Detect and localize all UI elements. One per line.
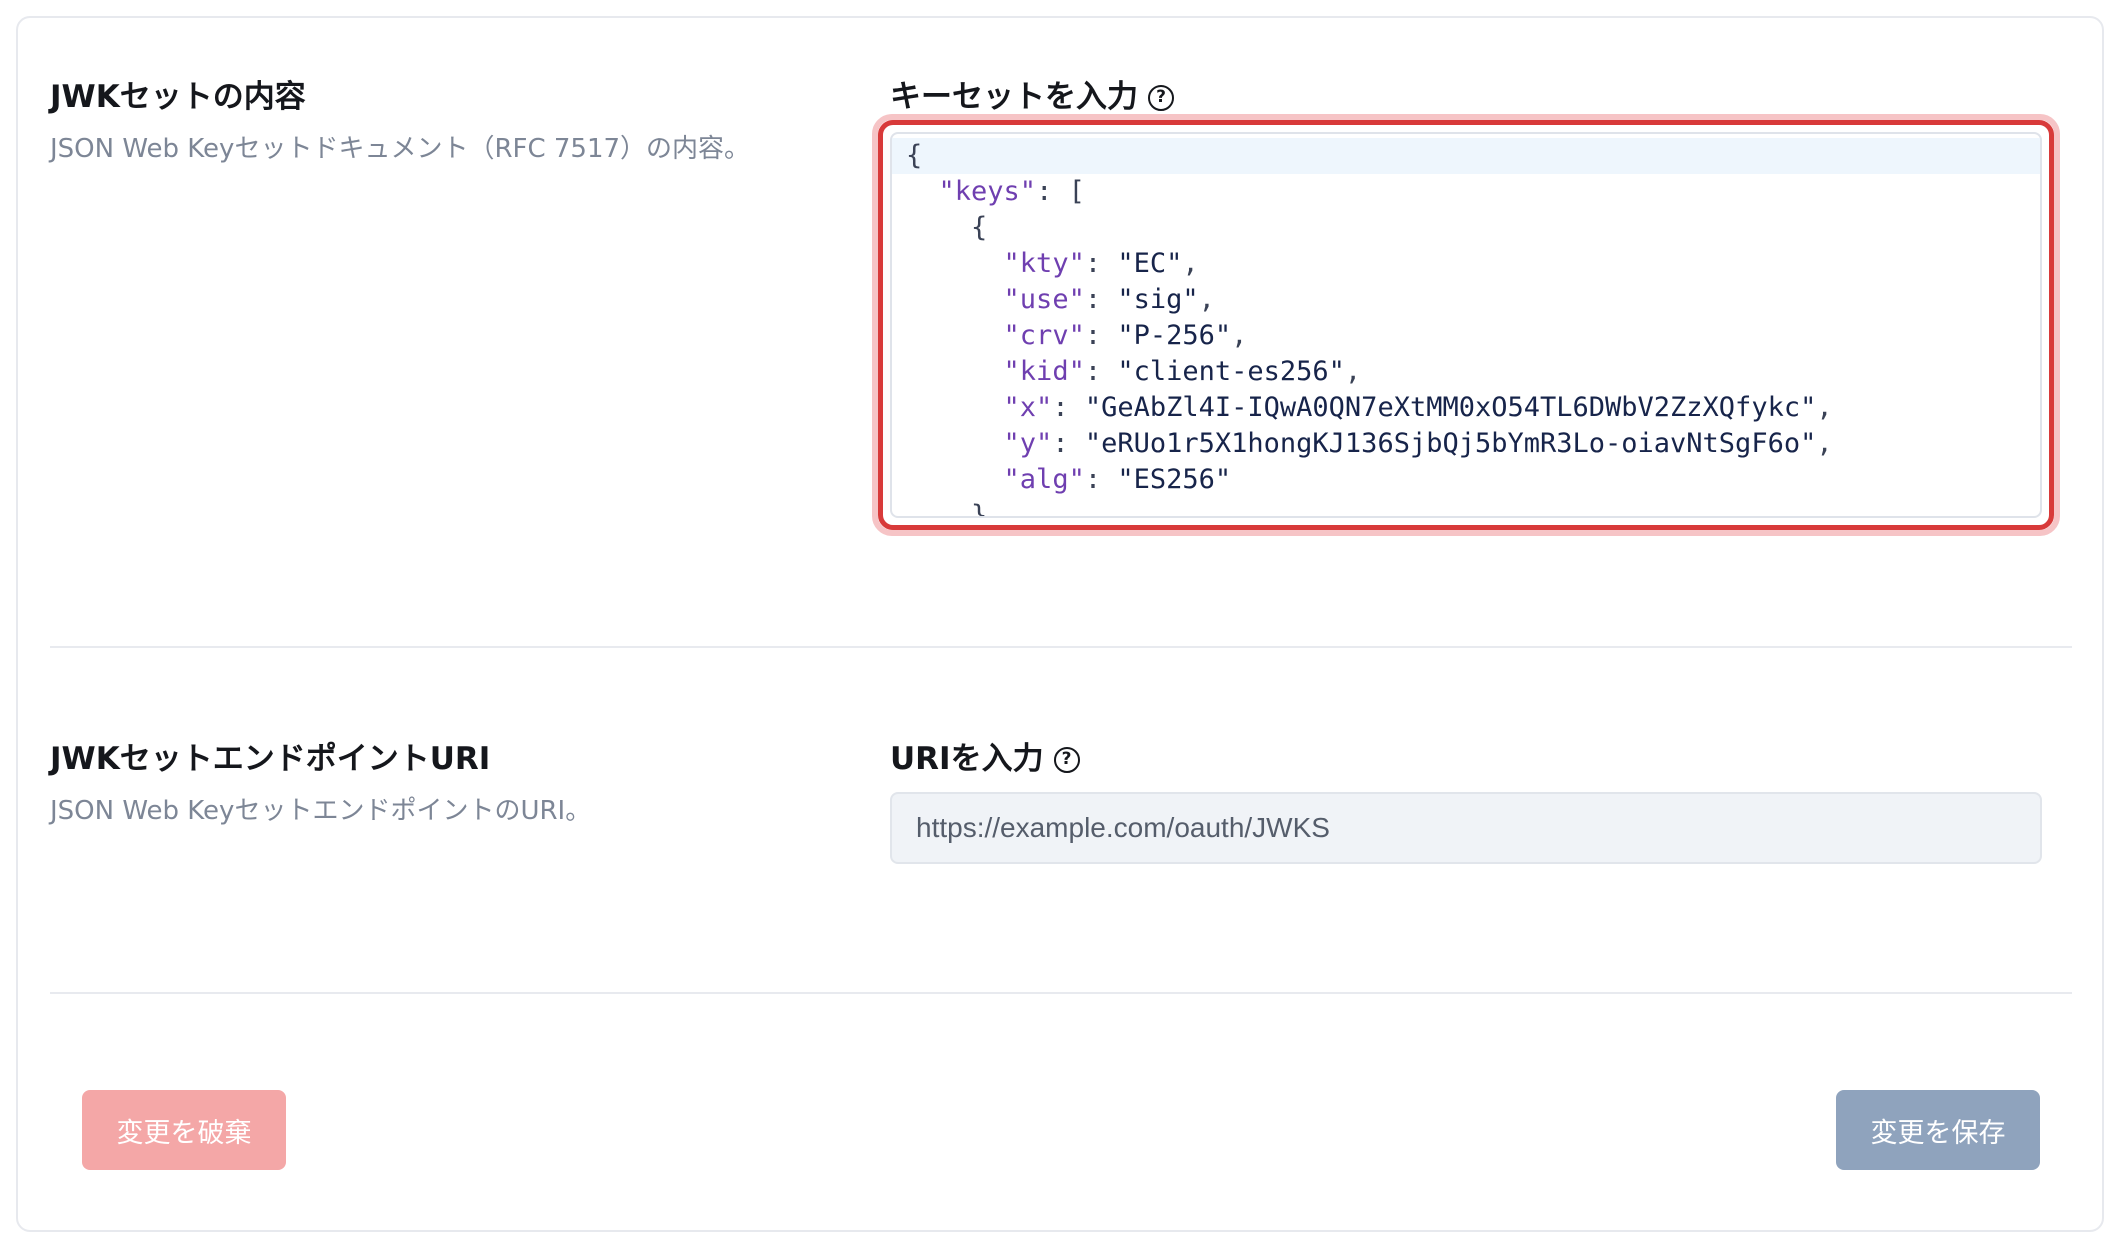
json-value: "P-256" bbox=[1117, 320, 1232, 351]
json-punctuation: : bbox=[1084, 320, 1118, 351]
json-punctuation: , bbox=[1816, 428, 1833, 459]
discard-changes-button[interactable]: 変更を破棄 bbox=[82, 1090, 286, 1170]
json-key: "alg" bbox=[1003, 464, 1085, 495]
json-punctuation bbox=[906, 464, 1004, 495]
jwk-set-content-description: JSON Web Keyセットドキュメント（RFC 7517）の内容。 bbox=[50, 134, 751, 164]
json-punctuation bbox=[906, 248, 1004, 279]
json-punctuation: : [ bbox=[1036, 176, 1085, 207]
json-punctuation: { bbox=[906, 140, 923, 171]
json-punctuation: : bbox=[1084, 464, 1118, 495]
code-line: "alg": "ES256" bbox=[906, 462, 1833, 498]
code-line: { bbox=[906, 138, 1833, 174]
uri-field-label: URIを入力 ? bbox=[890, 744, 1080, 775]
jwk-endpoint-title: JWKセットエンドポイントURI bbox=[50, 741, 491, 777]
json-punctuation bbox=[906, 284, 1004, 315]
json-value: "sig" bbox=[1117, 284, 1199, 315]
json-punctuation bbox=[906, 176, 939, 207]
code-line: { bbox=[906, 210, 1833, 246]
code-line: "y": "eRUo1r5X1hongKJ136SjbQj5bYmR3Lo-oi… bbox=[906, 426, 1833, 462]
json-punctuation: : bbox=[1084, 356, 1118, 387]
json-key: "kid" bbox=[1003, 356, 1085, 387]
json-punctuation bbox=[906, 320, 1004, 351]
code-line: } bbox=[906, 498, 1833, 518]
json-key: "use" bbox=[1003, 284, 1085, 315]
section-divider bbox=[50, 646, 2072, 648]
json-key: "y" bbox=[1003, 428, 1053, 459]
json-punctuation bbox=[906, 428, 1004, 459]
code-line: "keys": [ bbox=[906, 174, 1833, 210]
json-punctuation: , bbox=[1344, 356, 1362, 387]
json-value: "ES256" bbox=[1117, 464, 1232, 495]
code-line: "use": "sig", bbox=[906, 282, 1833, 318]
json-punctuation bbox=[906, 356, 1004, 387]
json-punctuation: : bbox=[1052, 392, 1085, 423]
keyset-label-text: キーセットを入力 bbox=[890, 79, 1138, 115]
json-punctuation: : bbox=[1084, 248, 1118, 279]
json-key: "x" bbox=[1003, 392, 1053, 423]
json-key: "kty" bbox=[1003, 248, 1085, 279]
json-punctuation: , bbox=[1816, 392, 1833, 423]
json-value: "client-es256" bbox=[1117, 356, 1345, 387]
keyset-field-label: キーセットを入力 ? bbox=[890, 82, 1174, 113]
json-punctuation: , bbox=[1182, 248, 1199, 279]
question-circle-icon[interactable]: ? bbox=[1148, 84, 1174, 111]
json-punctuation: { bbox=[906, 212, 988, 243]
jwks-uri-input[interactable] bbox=[890, 792, 2042, 864]
json-punctuation: , bbox=[1231, 320, 1248, 351]
question-circle-icon[interactable]: ? bbox=[1053, 746, 1080, 773]
code-line: "crv": "P-256", bbox=[906, 318, 1833, 354]
uri-label-text: URIを入力 bbox=[890, 741, 1044, 777]
save-changes-button[interactable]: 変更を保存 bbox=[1836, 1090, 2040, 1170]
json-punctuation bbox=[906, 392, 1004, 423]
code-line: "kid": "client-es256", bbox=[906, 354, 1833, 390]
code-line: "x": "GeAbZl4I-IQwA0QN7eXtMM0xO54TL6DWbV… bbox=[906, 390, 1833, 426]
keyset-json-editor[interactable]: { "keys": [ { "kty": "EC", "use": "sig",… bbox=[890, 132, 2042, 518]
editor-code[interactable]: { "keys": [ { "kty": "EC", "use": "sig",… bbox=[906, 138, 1833, 518]
jwk-endpoint-description: JSON Web KeyセットエンドポイントのURI。 bbox=[50, 796, 592, 826]
json-value: "GeAbZl4I-IQwA0QN7eXtMM0xO54TL6DWbV2ZzXQ… bbox=[1084, 392, 1817, 423]
json-punctuation: , bbox=[1198, 284, 1215, 315]
footer-divider bbox=[50, 992, 2072, 994]
json-value: "eRUo1r5X1hongKJ136SjbQj5bYmR3Lo-oiavNtS… bbox=[1084, 428, 1817, 459]
json-key: "keys" bbox=[938, 176, 1037, 207]
json-punctuation: } bbox=[906, 500, 988, 518]
json-punctuation: : bbox=[1084, 284, 1118, 315]
code-line: "kty": "EC", bbox=[906, 246, 1833, 282]
json-punctuation: : bbox=[1052, 428, 1085, 459]
jwk-set-content-title: JWKセットの内容 bbox=[50, 79, 306, 115]
json-value: "EC" bbox=[1117, 248, 1183, 279]
json-key: "crv" bbox=[1003, 320, 1085, 351]
